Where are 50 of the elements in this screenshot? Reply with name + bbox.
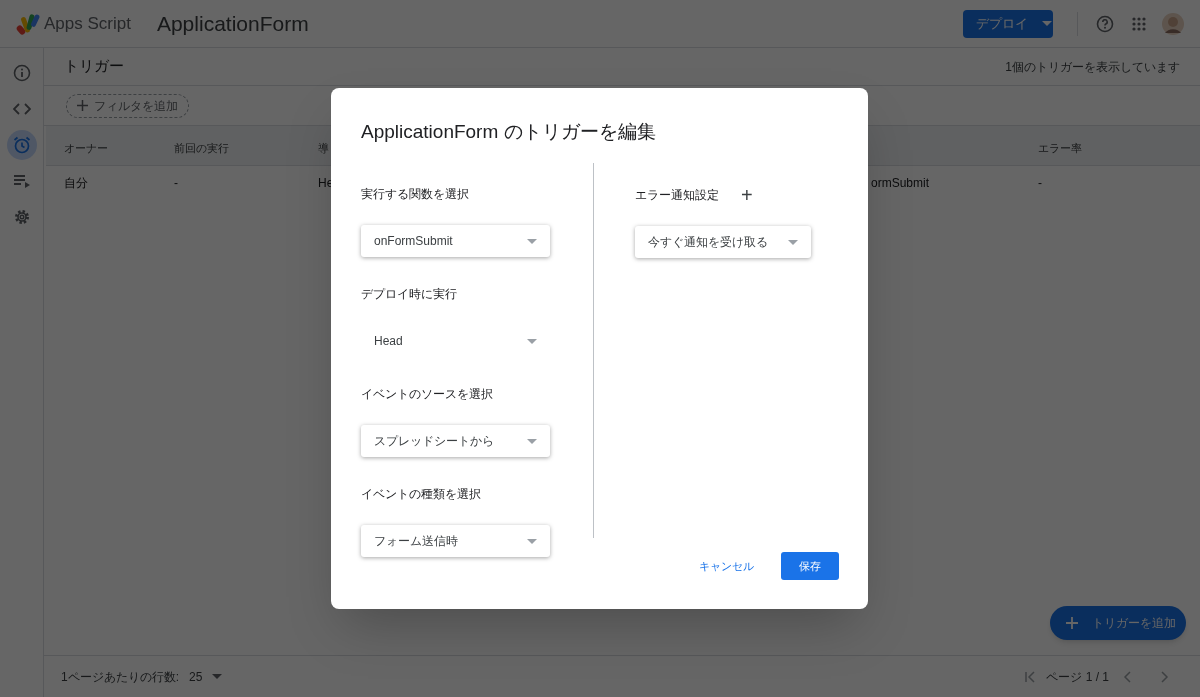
sidebar-item[interactable] bbox=[6, 130, 37, 160]
list-play-icon[interactable] bbox=[12, 174, 31, 188]
caret-icon bbox=[527, 438, 537, 444]
caret-icon bbox=[212, 674, 223, 679]
dropdown[interactable]: onFormSubmit bbox=[361, 225, 550, 257]
dialog-title: ApplicationForm のトリガーを編集 bbox=[361, 120, 656, 144]
product-name: Apps Script bbox=[44, 12, 131, 35]
caret-icon bbox=[527, 538, 537, 544]
cancel-button[interactable]: キャンセル bbox=[689, 552, 764, 580]
column-header: エラー率 bbox=[1038, 141, 1082, 156]
apps-grid-icon[interactable] bbox=[1132, 16, 1146, 31]
table-cell-text: - bbox=[1038, 175, 1042, 192]
rows-per-page-label: 1ページあたりの行数: bbox=[61, 668, 179, 686]
project-name: ApplicationForm bbox=[156, 10, 309, 37]
field-label: エラー通知設定 bbox=[635, 187, 719, 204]
trigger-count: 1個のトリガーを表示しています bbox=[1005, 58, 1180, 76]
field-label: デプロイ時に実行 bbox=[361, 286, 458, 303]
caret-icon bbox=[1042, 21, 1052, 26]
caret-icon bbox=[527, 338, 537, 344]
page-indicator: ページ 1 / 1 bbox=[1046, 668, 1109, 686]
table-cell-text: ormSubmit bbox=[871, 175, 929, 192]
plus-icon bbox=[77, 100, 88, 111]
caret-icon bbox=[527, 238, 537, 244]
dropdown[interactable]: Head bbox=[361, 325, 550, 357]
dropdown[interactable]: 今すぐ通知を受け取る bbox=[635, 226, 811, 258]
caret-icon bbox=[788, 239, 798, 245]
field-label: イベントの種類を選択 bbox=[361, 486, 482, 503]
table-cell-text: - bbox=[174, 175, 178, 192]
column-header: 導 bbox=[318, 141, 329, 156]
previous-page-icon[interactable] bbox=[1123, 670, 1131, 683]
page-title: トリガー bbox=[64, 56, 124, 77]
settings-icon[interactable] bbox=[12, 208, 31, 226]
field-label: 実行する関数を選択 bbox=[361, 186, 470, 203]
save-button[interactable]: 保存 bbox=[781, 552, 839, 580]
info-icon[interactable] bbox=[12, 64, 31, 82]
first-page-icon[interactable] bbox=[1024, 670, 1037, 683]
column-header: 前回の実行 bbox=[174, 141, 229, 156]
column-header: オーナー bbox=[64, 141, 108, 156]
next-page-icon[interactable] bbox=[1161, 670, 1169, 683]
code-icon[interactable] bbox=[12, 103, 31, 115]
table-cell-text: 自分 bbox=[64, 175, 88, 192]
dropdown[interactable]: スプレッドシートから bbox=[361, 425, 550, 457]
alarm-clock-icon[interactable] bbox=[12, 136, 31, 154]
plus-icon bbox=[1066, 617, 1078, 629]
avatar-icon[interactable] bbox=[1162, 12, 1184, 35]
field-label: イベントのソースを選択 bbox=[361, 386, 494, 403]
add-notification-button[interactable]: + bbox=[741, 185, 753, 205]
help-icon[interactable] bbox=[1096, 14, 1114, 33]
logo-icon bbox=[16, 12, 40, 35]
dropdown[interactable]: フォーム送信時 bbox=[361, 525, 550, 557]
